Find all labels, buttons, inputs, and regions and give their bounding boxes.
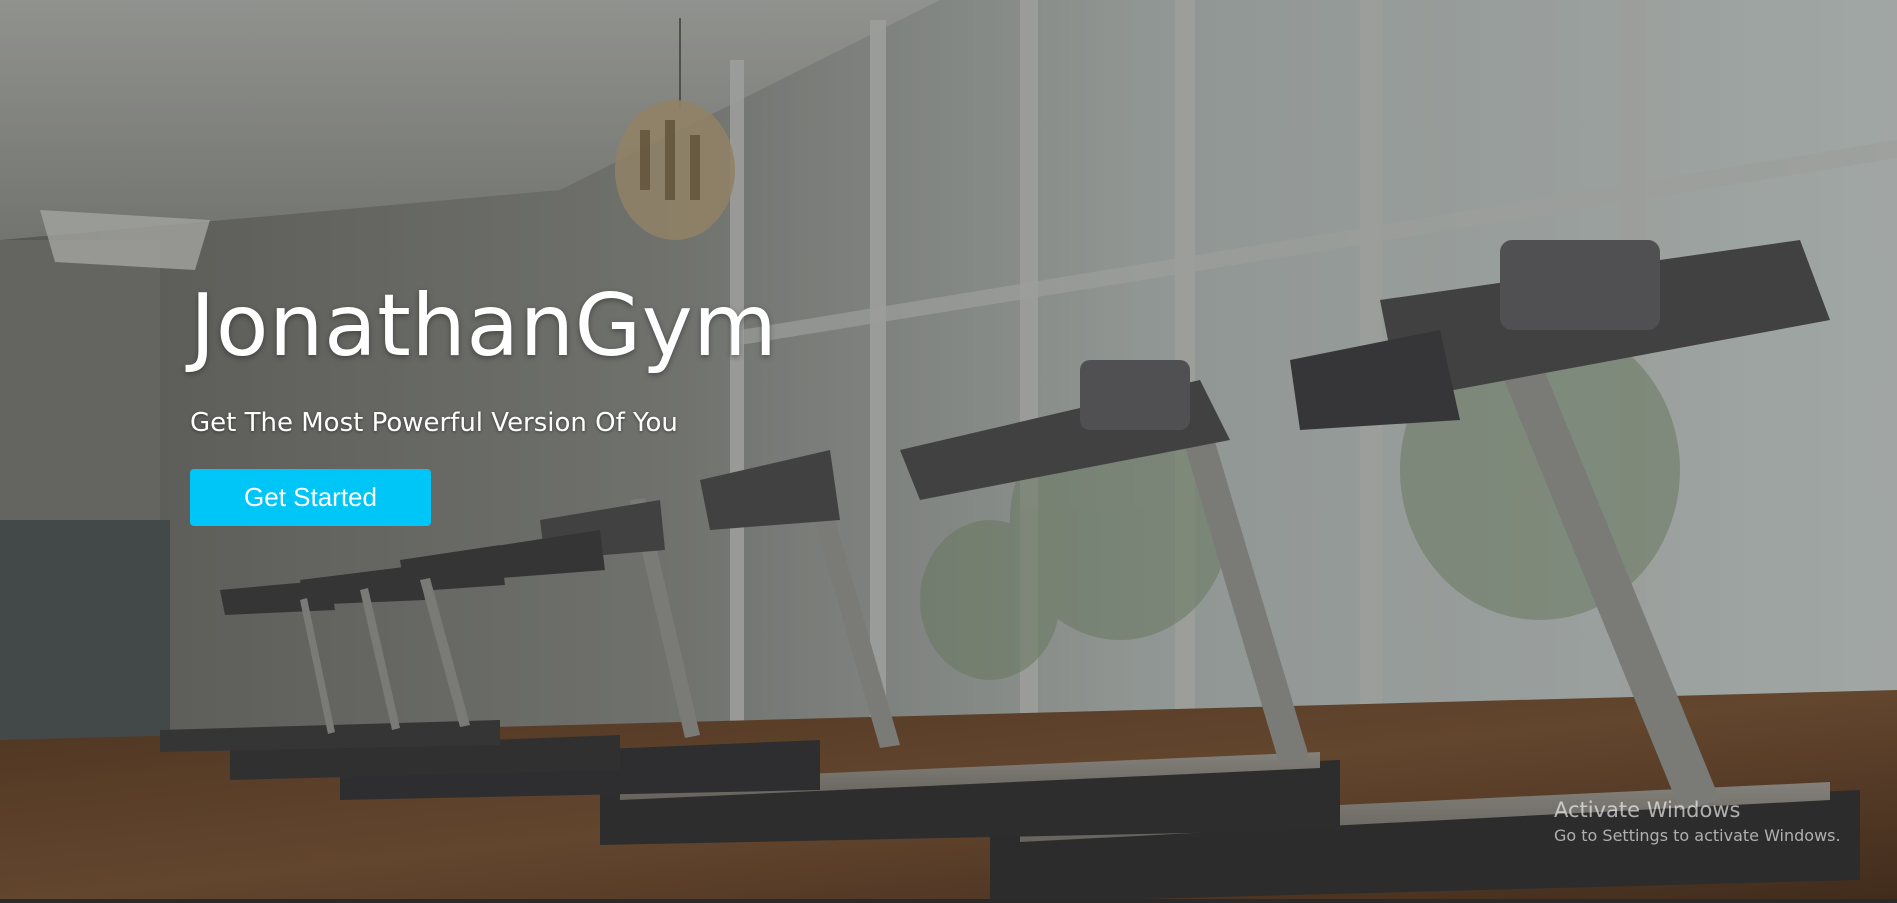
- hero-section: JonathanGym Get The Most Powerful Versio…: [0, 0, 1897, 903]
- hero-title: JonathanGym: [190, 276, 778, 376]
- watermark-title: Activate Windows: [1554, 798, 1741, 822]
- hero-content: JonathanGym Get The Most Powerful Versio…: [190, 270, 1090, 526]
- activate-windows-watermark: Activate Windows Go to Settings to activ…: [1554, 796, 1841, 848]
- hero-subtitle: Get The Most Powerful Version Of You: [190, 408, 678, 438]
- bottom-edge: [0, 899, 1897, 903]
- get-started-button[interactable]: Get Started: [190, 469, 431, 526]
- watermark-subtitle: Go to Settings to activate Windows.: [1554, 826, 1841, 845]
